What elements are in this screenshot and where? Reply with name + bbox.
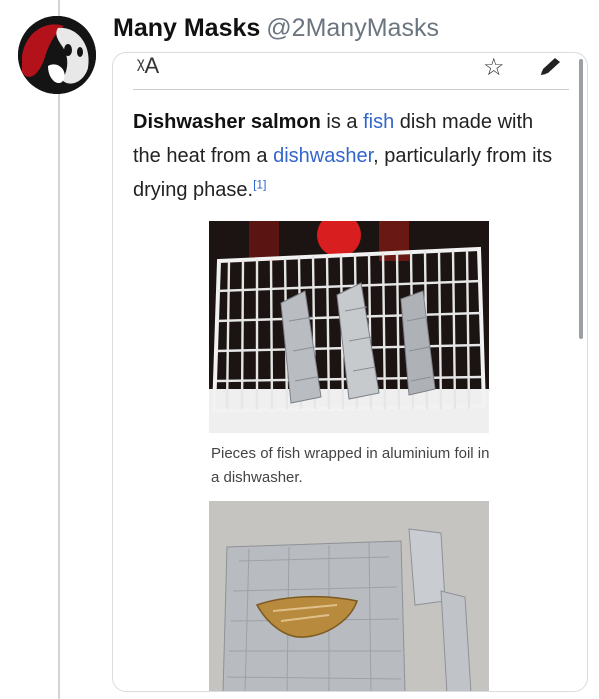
scrollbar-thumb[interactable] [579,59,583,339]
embed-toolbar: ᵡA ☆ [113,53,587,93]
avatar[interactable] [18,16,96,94]
reference-link[interactable]: [1] [253,177,266,191]
thread-line [58,0,60,699]
wikipedia-embed-card[interactable]: ᵡA ☆ Dishwasher salmon is a fish dish ma… [112,52,588,692]
tweet-header: Many Masks @2ManyMasks [113,14,439,43]
link-dishwasher[interactable]: dishwasher [273,145,373,167]
translate-icon[interactable]: ᵡA [137,53,159,79]
handle[interactable]: @2ManyMasks [266,14,439,42]
link-fish[interactable]: fish [363,111,394,133]
pencil-icon[interactable] [537,55,565,79]
cooked-salmon-image[interactable] [209,501,489,691]
article-title: Dishwasher salmon [133,111,321,133]
article-intro: Dishwasher salmon is a fish dish made wi… [133,105,563,207]
display-name[interactable]: Many Masks [113,14,260,42]
toolbar-divider [133,89,569,90]
dishwasher-rack-image[interactable] [209,221,489,433]
article-text-1: is a [320,111,364,133]
figure-caption: Pieces of fish wrapped in aluminium foil… [211,445,490,486]
star-icon[interactable]: ☆ [483,53,505,82]
